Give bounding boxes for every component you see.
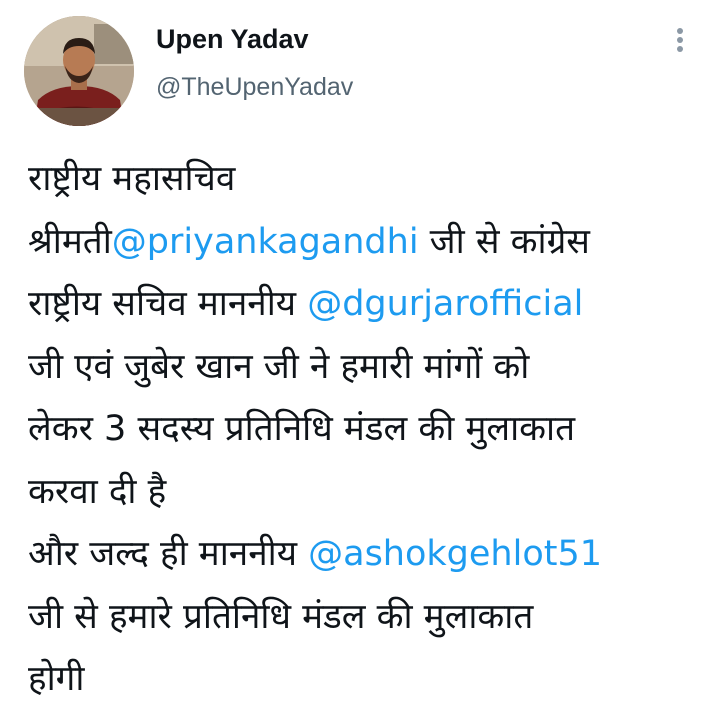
avatar[interactable] bbox=[24, 16, 134, 126]
display-name[interactable]: Upen Yadav bbox=[156, 22, 309, 56]
tweet-text: राष्ट्रीय महासचिव श्रीमती@priyankagandhi… bbox=[28, 148, 708, 711]
line-text: जी से हमारे प्रतिनिधि मंडल की मुलाकात bbox=[28, 596, 534, 637]
tweet-line: जी से हमारे प्रतिनिधि मंडल की मुलाकात bbox=[28, 586, 708, 649]
menu-dot bbox=[677, 37, 683, 43]
tweet-line: राष्ट्रीय सचिव माननीय @dgurjarofficial bbox=[28, 273, 708, 336]
line-text: लेकर 3 सदस्य प्रतिनिधि मंडल की मुलाकात bbox=[28, 409, 576, 449]
mention-link[interactable]: @ashokgehlot51 bbox=[308, 534, 602, 574]
tweet-card: Upen Yadav @TheUpenYadav राष्ट्रीय महासच… bbox=[0, 0, 720, 728]
line-text: करवा दी है bbox=[28, 471, 167, 512]
profile-photo-icon bbox=[24, 16, 134, 126]
line-text: राष्ट्रीय महासचिव bbox=[28, 159, 236, 199]
tweet-line: करवा दी है bbox=[28, 461, 708, 524]
tweet-line: लेकर 3 सदस्य प्रतिनिधि मंडल की मुलाकात bbox=[28, 398, 708, 461]
menu-dot bbox=[677, 28, 683, 34]
tweet-line: राष्ट्रीय महासचिव bbox=[28, 148, 708, 211]
line-text: जी से कांग्रेस bbox=[418, 221, 590, 262]
tweet-line: श्रीमती@priyankagandhi जी से कांग्रेस bbox=[28, 211, 708, 274]
user-handle[interactable]: @TheUpenYadav bbox=[156, 70, 353, 104]
more-vertical-icon[interactable] bbox=[664, 24, 696, 56]
line-text: श्रीमती bbox=[28, 221, 112, 262]
tweet-line: होगी bbox=[28, 648, 708, 711]
line-text: राष्ट्रीय सचिव माननीय bbox=[28, 284, 308, 324]
menu-dot bbox=[677, 46, 683, 52]
tweet-line: और जल्द ही माननीय @ashokgehlot51 bbox=[28, 523, 708, 586]
line-text: जी एवं जुबेर खान जी ने हमारी मांगों को bbox=[28, 346, 530, 387]
mention-link[interactable]: @dgurjarofficial bbox=[307, 284, 583, 324]
tweet-line: जी एवं जुबेर खान जी ने हमारी मांगों को bbox=[28, 336, 708, 399]
line-text: होगी bbox=[28, 659, 85, 699]
line-text: और जल्द ही माननीय bbox=[28, 534, 309, 574]
mention-link[interactable]: @priyankagandhi bbox=[112, 222, 419, 262]
